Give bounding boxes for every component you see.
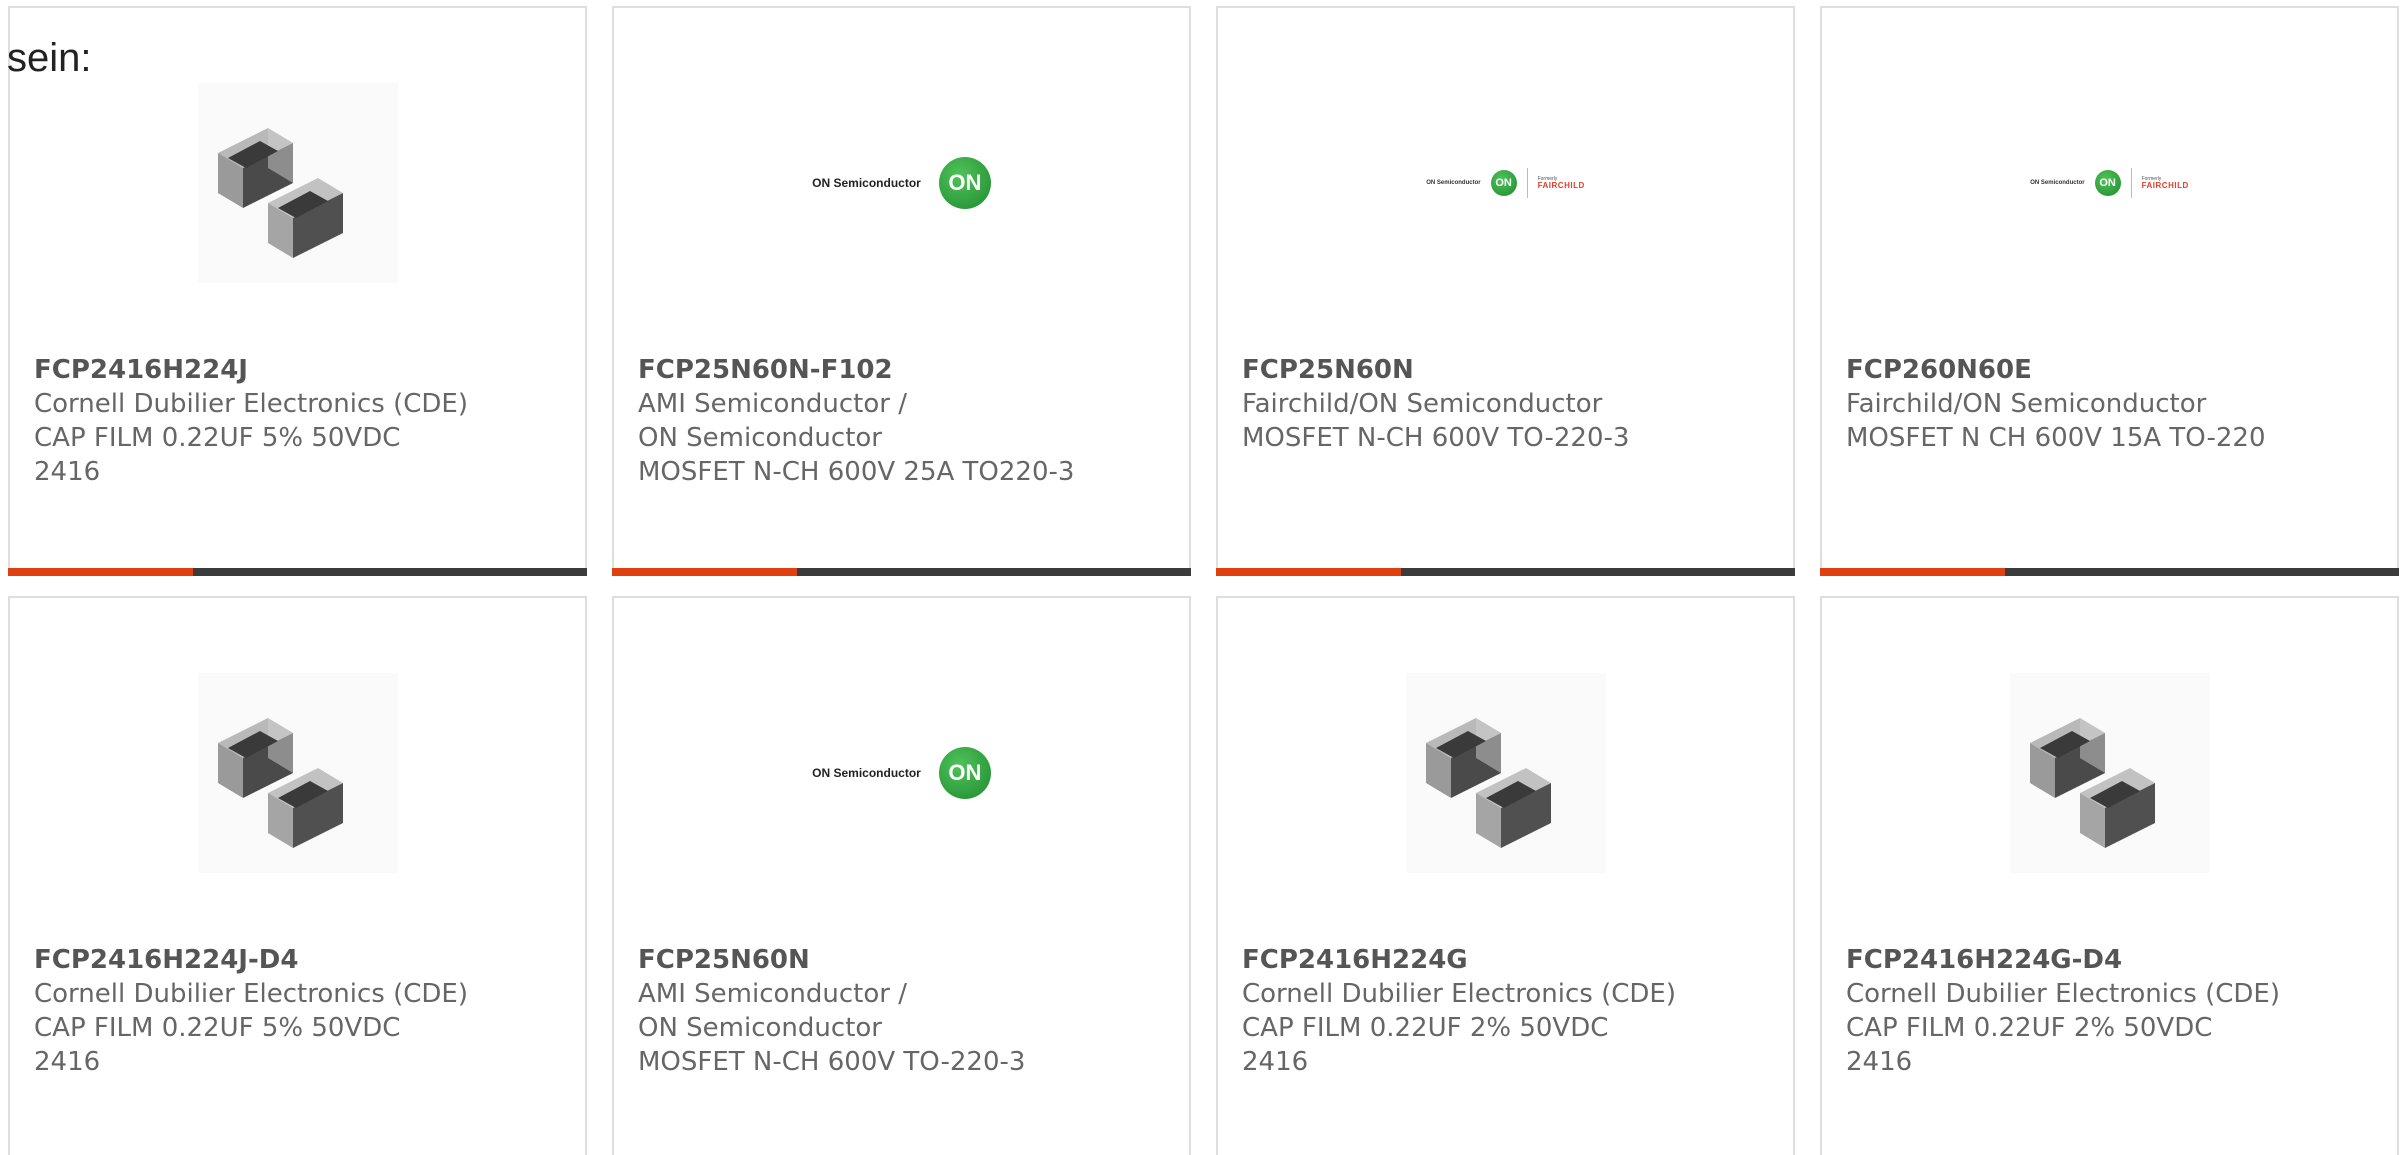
product-info: FCP25N60N-F102 AMI Semiconductor / ON Sem…: [638, 353, 1078, 489]
product-info: FCP2416H224J-D4 Cornell Dubilier Electron…: [34, 943, 474, 1079]
product-description-line: MOSFET N-CH 600V TO-220-3: [638, 1047, 1026, 1077]
card-accent-bar: [1820, 568, 2005, 576]
product-description-line: CAP FILM 0.22UF 5% 50VDC: [34, 1013, 401, 1043]
film-capacitor-image: [197, 673, 398, 873]
product-image[interactable]: [1822, 663, 2397, 883]
part-number-link[interactable]: FCP25N60N: [638, 943, 1078, 977]
card-bottom-bar: [612, 568, 1191, 576]
card-accent-bar: [612, 568, 797, 576]
product-description-line: CAP FILM 0.22UF 2% 50VDC: [1242, 1013, 1609, 1043]
part-number-link[interactable]: FCP25N60N: [1242, 353, 1682, 387]
product-card[interactable]: FCP2416H224J-D4 Cornell Dubilier Electron…: [8, 596, 587, 1155]
logo-wordmark: ON Semiconductor: [812, 176, 921, 190]
product-card[interactable]: ON Semiconductor ON FCP25N60N-F102 AMI Semi…: [612, 6, 1191, 576]
card-accent-bar: [1216, 568, 1401, 576]
card-bottom-bar: [1216, 568, 1795, 576]
manufacturer-name: Cornell Dubilier Electronics (CDE): [1242, 979, 1676, 1009]
product-image[interactable]: [10, 73, 585, 293]
film-capacitor-image: [2009, 673, 2210, 873]
film-capacitor-image: [197, 83, 398, 283]
product-description-line: CAP FILM 0.22UF 2% 50VDC: [1846, 1013, 2213, 1043]
on-fairchild-logo: ON Semiconductor ON Formerly FAIRCHILD: [2030, 168, 2189, 198]
product-image[interactable]: ON Semiconductor ON Formerly FAIRCHILD: [1822, 73, 2397, 293]
logo-brand-label: FAIRCHILD: [1537, 180, 1585, 190]
logo-brand-label: FAIRCHILD: [2141, 180, 2189, 190]
logo-wordmark: ON Semiconductor: [1426, 180, 1481, 186]
on-fairchild-logo: ON Semiconductor ON Formerly FAIRCHILD: [1426, 168, 1585, 198]
manufacturer-name: Cornell Dubilier Electronics (CDE): [34, 979, 468, 1009]
on-semiconductor-logo: ON Semiconductor ON: [812, 747, 991, 799]
product-info: FCP2416H224G Cornell Dubilier Electronics…: [1242, 943, 1682, 1079]
product-description-line: 2416: [34, 1047, 101, 1077]
logo-wordmark: ON Semiconductor: [2030, 180, 2085, 186]
product-description-line: MOSFET N CH 600V 15A TO-220: [1846, 423, 2266, 453]
manufacturer-name: Fairchild/ON Semiconductor: [1846, 389, 2207, 419]
part-number-link[interactable]: FCP25N60N-F102: [638, 353, 1078, 387]
product-info: FCP25N60N AMI Semiconductor / ON Semicond…: [638, 943, 1078, 1079]
on-badge-icon: ON: [938, 747, 991, 799]
product-card[interactable]: ON Semiconductor ON FCP25N60N AMI Semicondu…: [612, 596, 1191, 1155]
card-bottom-bar: [8, 568, 587, 576]
product-grid-page: sein: FCP2416H224J Cornell Dubilier Elect…: [0, 0, 2400, 1155]
product-description-line: MOSFET N-CH 600V TO-220-3: [1242, 423, 1630, 453]
on-badge-icon: ON: [1490, 170, 1517, 196]
on-badge-icon: ON: [2094, 170, 2121, 196]
card-bottom-bar: [1820, 568, 2399, 576]
product-info: FCP260N60E Fairchild/ON Semiconductor MOSF…: [1846, 353, 2286, 455]
product-info: FCP2416H224G-D4 Cornell Dubilier Electron…: [1846, 943, 2286, 1079]
manufacturer-name: Cornell Dubilier Electronics (CDE): [34, 389, 468, 419]
on-badge-icon: ON: [938, 157, 991, 209]
part-number-link[interactable]: FCP2416H224J-D4: [34, 943, 474, 977]
product-image[interactable]: ON Semiconductor ON Formerly FAIRCHILD: [1218, 73, 1793, 293]
logo-divider: [1526, 168, 1528, 198]
product-description-line: 2416: [34, 457, 101, 487]
product-card[interactable]: ON Semiconductor ON Formerly FAIRCHILD FCP25…: [1216, 6, 1795, 576]
card-accent-bar: [8, 568, 193, 576]
product-description-line: CAP FILM 0.22UF 5% 50VDC: [34, 423, 401, 453]
logo-wordmark: ON Semiconductor: [812, 766, 921, 780]
manufacturer-name: Cornell Dubilier Electronics (CDE): [1846, 979, 2280, 1009]
product-card[interactable]: ON Semiconductor ON Formerly FAIRCHILD FCP26…: [1820, 6, 2399, 576]
product-info: FCP2416H224J Cornell Dubilier Electronics…: [34, 353, 474, 489]
product-description-line: 2416: [1846, 1047, 1913, 1077]
product-card[interactable]: FCP2416H224G-D4 Cornell Dubilier Electron…: [1820, 596, 2399, 1155]
product-image[interactable]: ON Semiconductor ON: [614, 663, 1189, 883]
intro-text: sein:: [7, 36, 92, 80]
part-number-link[interactable]: FCP2416H224G-D4: [1846, 943, 2286, 977]
on-semiconductor-logo: ON Semiconductor ON: [812, 157, 991, 209]
fairchild-logo: Formerly FAIRCHILD: [1537, 176, 1585, 190]
manufacturer-name: AMI Semiconductor / ON Semiconductor: [638, 389, 907, 453]
product-image[interactable]: ON Semiconductor ON: [614, 73, 1189, 293]
logo-divider: [2130, 168, 2132, 198]
part-number-link[interactable]: FCP260N60E: [1846, 353, 2286, 387]
product-image[interactable]: [1218, 663, 1793, 883]
film-capacitor-image: [1405, 673, 1606, 873]
product-image[interactable]: [10, 663, 585, 883]
product-description-line: MOSFET N-CH 600V 25A TO220-3: [638, 457, 1075, 487]
product-card[interactable]: FCP2416H224G Cornell Dubilier Electronics…: [1216, 596, 1795, 1155]
fairchild-logo: Formerly FAIRCHILD: [2141, 176, 2189, 190]
part-number-link[interactable]: FCP2416H224G: [1242, 943, 1682, 977]
product-card[interactable]: FCP2416H224J Cornell Dubilier Electronics…: [8, 6, 587, 576]
part-number-link[interactable]: FCP2416H224J: [34, 353, 474, 387]
manufacturer-name: Fairchild/ON Semiconductor: [1242, 389, 1603, 419]
manufacturer-name: AMI Semiconductor / ON Semiconductor: [638, 979, 907, 1043]
product-info: FCP25N60N Fairchild/ON Semiconductor MOSFE…: [1242, 353, 1682, 455]
product-description-line: 2416: [1242, 1047, 1309, 1077]
